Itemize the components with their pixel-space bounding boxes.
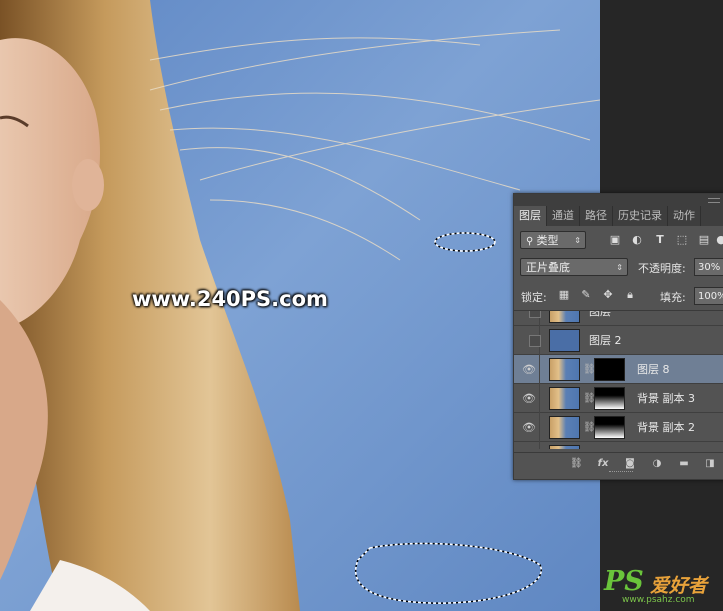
filter-smart-object-icon[interactable]: ▤ [698, 234, 710, 245]
new-layer-icon[interactable]: ◨ [704, 458, 716, 470]
fx-icon[interactable]: fx [597, 458, 609, 470]
lock-transparent-icon[interactable]: ▦ [558, 289, 570, 301]
lock-position-icon[interactable]: ✥ [602, 289, 614, 301]
blend-mode-select[interactable]: 正片叠底 ⇕ [520, 258, 628, 276]
resize-handle[interactable] [609, 471, 633, 475]
logo-chinese: 爱好者 [650, 575, 708, 597]
visibility-toggle[interactable] [519, 442, 540, 449]
layer-thumbnail [549, 358, 580, 381]
layer-row[interactable] [514, 442, 723, 449]
link-layers-icon[interactable]: ⛓︎ [570, 458, 583, 470]
visibility-empty-box [529, 335, 541, 347]
layer-mask-thumbnail[interactable] [594, 387, 625, 410]
opacity-label: 不透明度: [638, 262, 686, 275]
adjustment-layer-icon[interactable]: ◑ [651, 458, 663, 470]
filter-type-select[interactable]: ⚲ 类型 ⇕ [520, 231, 586, 249]
filter-toggle-icon[interactable]: ● [715, 234, 723, 245]
filter-type-label: 类型 [536, 234, 559, 247]
layer-row[interactable]: 👁︎ ⛓︎ 背景 副本 2 [514, 413, 723, 442]
tab-paths[interactable]: 路径 [580, 206, 613, 226]
filter-pixel-icon[interactable]: ▣ [609, 234, 621, 245]
panel-footer: ⛓︎ fx ◙ ◑ ▬ ◨ [514, 452, 723, 475]
layer-mask-thumbnail[interactable] [594, 416, 625, 439]
layer-row[interactable]: 图层 2 [514, 326, 723, 355]
link-icon[interactable]: ⛓︎ [583, 421, 596, 434]
panel-grip[interactable] [514, 194, 723, 206]
filter-shape-icon[interactable]: ⬚ [676, 234, 688, 245]
layer-thumbnail [549, 416, 580, 439]
updown-arrows-icon: ⇕ [574, 236, 581, 245]
lock-pixels-icon[interactable]: ✎ [580, 289, 592, 301]
lock-all-icon[interactable]: 🔒︎ [624, 289, 636, 301]
filter-type-icon[interactable]: T [654, 234, 666, 245]
fill-label: 填充: [660, 291, 686, 304]
visibility-toggle[interactable] [519, 311, 541, 326]
layer-name: 图层 [589, 310, 611, 318]
tab-history[interactable]: 历史记录 [613, 206, 668, 226]
visibility-empty-box [529, 311, 541, 318]
document-canvas[interactable]: www.240PS.com [0, 0, 600, 611]
layer-thumbnail [549, 329, 580, 352]
logo-url: www.psahz.com [622, 595, 695, 605]
logo-ps: PS [604, 566, 644, 597]
new-group-icon[interactable]: ▬ [678, 458, 690, 470]
tab-actions[interactable]: 动作 [668, 206, 701, 226]
updown-arrows-icon: ⇕ [616, 263, 623, 272]
layer-thumbnail [549, 387, 580, 410]
layer-name: 图层 8 [637, 363, 670, 376]
layer-name: 背景 副本 2 [637, 421, 695, 434]
lock-label: 锁定: [521, 291, 547, 304]
fill-input[interactable]: 100% [694, 287, 723, 305]
watermark-text: www.240PS.com [132, 287, 328, 311]
layers-list: 图层 图层 2 👁︎ ⛓︎ 图层 8 👁︎ ⛓︎ 背景 副本 3 👁︎ ⛓︎ 背… [514, 310, 723, 449]
layer-thumbnail [549, 311, 580, 323]
layer-row[interactable]: 👁︎ ⛓︎ 图层 8 [514, 355, 723, 384]
layer-row[interactable]: 👁︎ ⛓︎ 背景 副本 3 [514, 384, 723, 413]
layer-name: 背景 副本 3 [637, 392, 695, 405]
layer-row[interactable]: 图层 [514, 310, 723, 326]
tab-channels[interactable]: 通道 [547, 206, 580, 226]
eye-icon[interactable]: 👁︎ [519, 384, 540, 413]
eye-icon[interactable]: 👁︎ [519, 355, 540, 384]
tab-layers[interactable]: 图层 [514, 206, 547, 226]
layers-panel: 图层 通道 路径 历史记录 动作 ⚲ 类型 ⇕ ▣ ◐ T ⬚ ▤ ● 正片叠底… [513, 193, 723, 480]
panel-tabs: 图层 通道 路径 历史记录 动作 [514, 206, 723, 226]
layer-thumbnail [549, 445, 580, 449]
layer-name: 图层 2 [589, 334, 622, 347]
layer-mask-thumbnail[interactable] [594, 358, 625, 381]
search-icon: ⚲ [526, 236, 537, 247]
opacity-input[interactable]: 30% [694, 258, 723, 276]
visibility-toggle[interactable] [519, 326, 541, 355]
link-icon[interactable]: ⛓︎ [583, 392, 596, 405]
add-mask-icon[interactable]: ◙ [624, 458, 636, 470]
eye-icon[interactable]: 👁︎ [519, 413, 540, 442]
blend-mode-value: 正片叠底 [526, 261, 570, 274]
link-icon[interactable]: ⛓︎ [583, 363, 596, 376]
filter-adjustment-icon[interactable]: ◐ [631, 234, 643, 245]
